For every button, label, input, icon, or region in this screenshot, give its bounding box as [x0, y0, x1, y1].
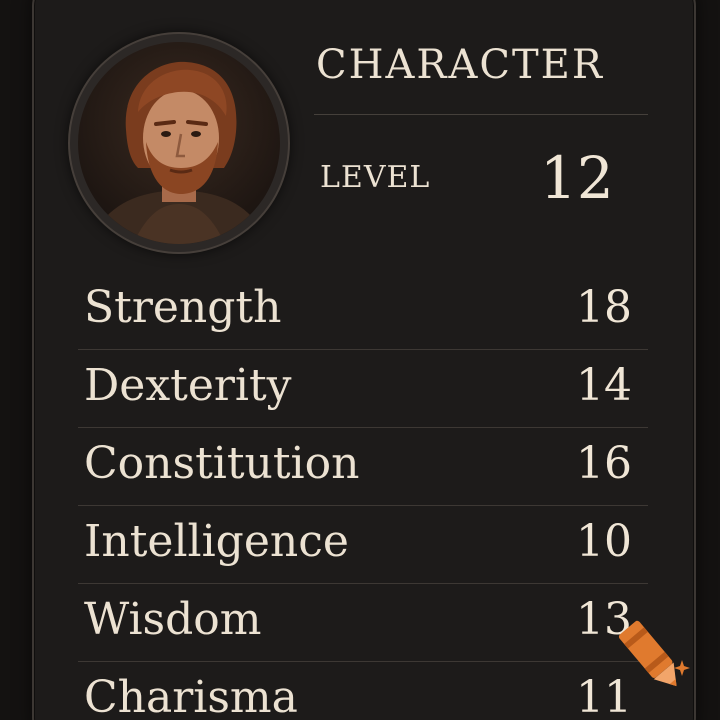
character-title: CHARACTER	[316, 42, 604, 88]
portrait-image	[88, 61, 270, 244]
stat-row-constitution[interactable]: Constitution 16	[78, 428, 648, 506]
crayon-icon	[608, 610, 698, 700]
stat-name: Strength	[84, 282, 282, 333]
attribute-list: Strength 18 Dexterity 14 Constitution 16…	[78, 272, 648, 720]
stat-name: Constitution	[84, 438, 360, 489]
character-portrait[interactable]	[78, 42, 280, 244]
level-value: 12	[540, 144, 614, 212]
level-label: LEVEL	[320, 160, 431, 195]
header-divider	[314, 114, 648, 115]
stat-name: Charisma	[84, 672, 298, 720]
stat-row-strength[interactable]: Strength 18	[78, 272, 648, 350]
stat-value: 14	[576, 360, 632, 411]
stat-name: Intelligence	[84, 516, 349, 567]
stat-name: Dexterity	[84, 360, 292, 411]
stat-value: 16	[576, 438, 632, 489]
stat-row-dexterity[interactable]: Dexterity 14	[78, 350, 648, 428]
stat-value: 18	[576, 282, 632, 333]
stat-value: 10	[576, 516, 632, 567]
stat-row-intelligence[interactable]: Intelligence 10	[78, 506, 648, 584]
stat-row-wisdom[interactable]: Wisdom 13	[78, 584, 648, 662]
stat-name: Wisdom	[84, 594, 262, 645]
stat-row-charisma[interactable]: Charisma 11	[78, 662, 648, 720]
